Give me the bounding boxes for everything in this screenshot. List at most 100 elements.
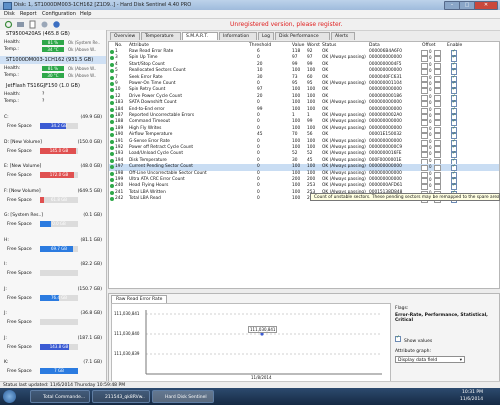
minimize-button[interactable]: –	[444, 1, 460, 10]
refresh-icon[interactable]	[4, 20, 13, 29]
volume-item[interactable]: J: (150.7 GB) Free Space 76.4 GB	[0, 286, 106, 310]
y-tick-1: 111,030,841	[114, 311, 140, 316]
volume-size: (81.1 GB)	[80, 237, 102, 243]
window-title: Disk: 1, ST1000DM003-1CH162 [Z1D9..] - H…	[14, 2, 192, 8]
tab-log[interactable]: Log	[258, 32, 274, 40]
tab-alerts[interactable]: Alerts	[331, 32, 355, 40]
temp-label: Temp.:	[4, 73, 19, 78]
status-ok-icon	[110, 152, 114, 157]
volume-item[interactable]: I: (82.2 GB) Free Space	[0, 261, 106, 285]
show-values-checkbox[interactable]: Show values	[395, 335, 432, 344]
disk-icon[interactable]	[16, 20, 25, 29]
volume-size: (0.1 GB)	[83, 213, 102, 218]
menu-bar: Disk Report Configuration Help	[0, 10, 500, 19]
volume-size: (649.5 GB)	[77, 188, 102, 194]
col-data[interactable]: Data	[369, 43, 380, 48]
taskbar: Total Commande... 211543_qk8RVw.. Hard D…	[0, 388, 500, 405]
status-ok-icon	[110, 62, 114, 67]
volume-item[interactable]: C: (49.9 GB) Free Space 34.2 GB	[0, 114, 106, 138]
status-ok-icon	[110, 107, 114, 112]
tab-smart[interactable]: S.M.A.R.T.	[182, 32, 218, 40]
maximize-button[interactable]: □	[459, 1, 475, 10]
disk-0-temp-bar: 34 °C	[42, 47, 64, 52]
free-space-value: 172.0 GB	[49, 172, 69, 177]
free-space-label: Free Space	[7, 369, 32, 374]
col-threshold[interactable]: Threshold	[249, 43, 271, 48]
col-worst[interactable]: Worst	[307, 43, 320, 48]
report-icon[interactable]	[28, 20, 37, 29]
unregistered-warning[interactable]: Unregistered version, please register.	[230, 21, 342, 28]
menu-report[interactable]: Report	[20, 11, 37, 17]
col-no[interactable]: No.	[115, 43, 122, 48]
volume-size: (49.9 GB)	[80, 115, 102, 120]
smart-rows: 1 Raw Read Error Rate 6 118 92 OK 000006B4A6F0…	[109, 49, 499, 205]
free-space-label: Free Space	[7, 148, 32, 154]
disk-0-health-row: Health: 81 % Ok (System Re..	[4, 39, 104, 46]
tab-disk-performance[interactable]: Disk Performance	[275, 32, 330, 40]
disk-list-panel: ST9500420AS (465.8 GB) Health: 81 % Ok (…	[0, 30, 107, 388]
tab-information[interactable]: Information	[219, 32, 257, 40]
close-button[interactable]: ✕	[474, 1, 498, 10]
tab-overview[interactable]: Overview	[110, 32, 140, 40]
attribute-graph-label: Attribute graph:	[395, 349, 431, 354]
status-ok-icon	[110, 88, 114, 93]
disk-item-0[interactable]: ST9500420AS (465.8 GB)	[0, 30, 106, 38]
free-space-value: 145.0 GB	[49, 147, 69, 153]
disk-0-temp-note: Ok (Above W..	[68, 47, 97, 52]
volume-list: C: (49.9 GB) Free Space 34.2 GB D: [New Volu…	[0, 114, 106, 386]
volume-item[interactable]: K: (7.1 GB) Free Space 7 GB	[0, 359, 106, 383]
help-icon[interactable]	[52, 20, 61, 29]
col-offset[interactable]: Offset	[422, 43, 436, 48]
status-ok-icon	[110, 178, 114, 182]
free-space-label: Free Space	[7, 271, 32, 276]
attribute-graph-select[interactable]: Display data field ▾	[395, 356, 465, 363]
status-ok-icon	[110, 146, 114, 150]
col-enable[interactable]: Enable	[447, 43, 462, 48]
volume-item[interactable]: J: (187.1 GB) Free Space 143.8 GB	[0, 335, 106, 359]
taskbar-item-image[interactable]: 211543_qk8RVw..	[92, 390, 150, 403]
app-icon	[3, 2, 12, 10]
taskbar-item-total-commander[interactable]: Total Commande...	[30, 390, 90, 403]
col-status[interactable]: Status	[322, 43, 336, 48]
start-button[interactable]	[3, 390, 16, 403]
menu-help[interactable]: Help	[80, 11, 91, 17]
clock-time[interactable]: 10:31 PM	[462, 390, 483, 395]
volume-item[interactable]: F: [New Volume] (649.5 GB) Free Space 61.8 …	[0, 188, 106, 212]
free-space-label: Free Space	[7, 197, 32, 203]
volume-item[interactable]: G: [System Res..] (0.1 GB) Free Space 0.0 G…	[0, 212, 106, 236]
tab-temperature[interactable]: Temperature	[141, 32, 181, 40]
free-space-bar: 76.4 GB	[40, 294, 78, 301]
graph-area: 111,030,841 111,030,840 111,030,839 111,…	[111, 303, 391, 382]
volume-item[interactable]: H: (81.1 GB) Free Space 69.7 GB	[0, 237, 106, 261]
disk-item-1[interactable]: ST1000DM003-1CH162 (931.5 GB)	[0, 56, 106, 64]
free-space-label: Free Space	[7, 124, 32, 129]
menu-configuration[interactable]: Configuration	[42, 11, 76, 17]
taskbar-item-hard-disk-sentinel[interactable]: Hard Disk Sentinel	[152, 390, 214, 403]
attr-value: 100	[292, 196, 301, 202]
point-value-label: 111,030,841	[248, 326, 278, 333]
free-space-value: 143.8 GB	[49, 343, 69, 349]
col-attribute[interactable]: Attribute	[129, 43, 149, 48]
volume-item[interactable]: E: [New Volume] (48.0 GB) Free Space 172.0 …	[0, 163, 106, 187]
settings-icon[interactable]	[40, 20, 49, 29]
status-ok-icon	[110, 69, 114, 74]
disk-1-temp-row: Temp.: 30 °C Ok (Above W..	[4, 72, 104, 79]
volume-item[interactable]: D: [New Volume] (150.0 GB) Free Space 145.0…	[0, 139, 106, 163]
graph-chart	[145, 310, 382, 375]
volume-item[interactable]: J: (36.8 GB) Free Space	[0, 310, 106, 334]
free-space-bar	[40, 319, 78, 325]
free-space-bar: 69.7 GB	[40, 245, 78, 252]
disk-item-2[interactable]: JetFlash TS16GJF150 (1.0 GB)	[0, 82, 106, 90]
tab-bar: Overview Temperature S.M.A.R.T. Informat…	[108, 31, 500, 41]
disk-1-temp-bar: 30 °C	[42, 73, 64, 78]
status-ok-icon	[110, 75, 114, 80]
disk-1-temp-note: Ok (Above W..	[68, 73, 97, 78]
graph-tab[interactable]: Raw Read Error Rate	[111, 295, 168, 303]
free-space-bar: 34.2 GB	[40, 123, 78, 129]
volume-size: (7.1 GB)	[83, 360, 102, 365]
menu-disk[interactable]: Disk	[4, 11, 15, 17]
col-value[interactable]: Value	[292, 43, 304, 48]
free-space-bar: 7 GB	[40, 368, 78, 374]
clock-date[interactable]: 11/6/2014	[460, 397, 483, 402]
status-ok-icon	[110, 56, 114, 61]
